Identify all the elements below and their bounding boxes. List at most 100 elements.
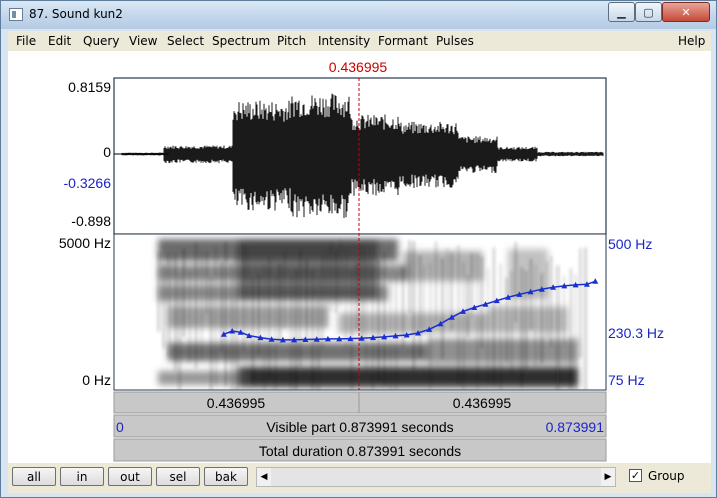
window-title: 87. Sound kun2 [29,7,123,21]
menu-help[interactable]: Help [678,34,705,48]
time-bar-segments[interactable]: 0.436995 0.436995 [113,391,607,414]
scrollbar-thumb[interactable] [271,468,601,486]
waveform-min-label: -0.898 [71,213,111,229]
spectrogram-striation [493,247,495,386]
spectrogram-striation [205,251,208,314]
spectrogram-striation [335,249,337,314]
spectrogram-striation [435,241,437,324]
spectrogram-striation [252,277,254,383]
spectrogram-striation [235,248,238,390]
sound-editor-canvas[interactable]: 0.436995 0.8159 0 -0.3266 -0.898 5000 Hz… [8,51,711,463]
total-duration-label: Total duration 0.873991 seconds [259,443,461,459]
spectrogram-striation [584,247,587,390]
close-button[interactable]: ✕ [662,2,710,22]
spectrogram-striation [429,263,432,390]
zoom-selection-button[interactable]: sel [156,467,200,486]
spectrogram-striation [505,277,508,363]
left-segment-duration: 0.436995 [207,395,266,411]
spectrogram-striation [174,253,177,371]
bottom-toolbar: all in out sel bak ◀ ▶ ✓ Group [8,463,711,493]
waveform-max-label: 0.8159 [68,79,111,95]
zoom-in-button[interactable]: in [60,467,104,486]
spectrogram-striation [574,274,577,390]
spectrogram-striation [481,256,483,348]
spectrogram-striation [356,261,358,329]
menu-query[interactable]: Query [83,34,119,48]
total-duration-bar[interactable]: Total duration 0.873991 seconds [113,438,607,462]
visible-end-time: 0.873991 [546,419,605,435]
spectrogram-striation [550,255,552,347]
spectrogram-striation [215,246,217,386]
menu-pitch[interactable]: Pitch [277,34,306,48]
waveform-panel[interactable] [113,77,607,235]
spectrogram-striation [546,261,548,339]
spectrogram-striation [534,264,537,367]
menu-pulses[interactable]: Pulses [436,34,474,48]
menu-view[interactable]: View [129,34,157,48]
spectrogram-striation [299,250,302,368]
title-bar[interactable]: 87. Sound kun2 ▁ ▢ ✕ [1,1,716,29]
pitch-at-cursor-label: 230.3 Hz [608,325,664,341]
visible-part-label: Visible part 0.873991 seconds [266,419,453,435]
cursor-time-label: 0.436995 [329,59,388,75]
spectrogram-striation [200,250,203,361]
menu-formant[interactable]: Formant [378,34,428,48]
spectrogram-striation [462,262,465,390]
spectrogram-striation [279,263,281,344]
maximize-button[interactable]: ▢ [635,2,662,22]
spectrogram-striation [361,246,364,344]
spectrogram-striation [220,261,223,352]
spectrogram-striation [499,263,502,390]
spectrogram-striation [487,268,489,385]
spectrogram-striation [339,239,342,308]
zoom-out-button[interactable]: out [108,467,152,486]
spectrogram-striation [225,241,227,387]
spectrogram-striation [163,265,165,349]
waveform-zero-label: 0 [103,144,111,160]
spectrogram-striation [446,248,449,314]
spectrogram-striation [345,249,347,350]
spectrogram-striation [283,251,286,329]
spectrogram-freq-max-label: 5000 Hz [59,235,111,251]
time-scrollbar[interactable]: ◀ ▶ [256,467,616,487]
spectrogram-striation [195,243,197,369]
spectrogram-striation [258,274,260,356]
menu-file[interactable]: File [16,34,36,48]
spectrogram-striation [274,275,277,390]
spectrogram-striation [510,270,513,377]
spectrogram-freq-min-label: 0 Hz [82,372,111,388]
spectrogram-striation [413,241,415,372]
spectrogram-striation [183,248,185,338]
spectrogram-striation [525,270,527,371]
visible-part-bar[interactable]: 0 Visible part 0.873991 seconds 0.873991 [113,414,607,438]
menu-intensity[interactable]: Intensity [318,34,370,48]
right-segment-duration: 0.436995 [453,395,512,411]
scroll-left-arrow-icon[interactable]: ◀ [257,468,271,486]
zoom-all-button[interactable]: all [12,467,56,486]
spectrogram-striation [515,241,517,323]
group-checkbox[interactable]: ✓ [629,469,642,482]
spectrogram-striation [189,271,191,363]
spectrogram-striation [579,247,582,358]
spectrogram-striation [419,255,421,358]
spectrogram-striation [158,252,160,332]
waveform-cursor-value-label: -0.3266 [64,175,112,191]
minimize-button[interactable]: ▁ [608,2,635,22]
menu-select[interactable]: Select [167,34,204,48]
spectrogram-striation [330,242,332,312]
spectrogram-striation [311,269,314,390]
scroll-right-arrow-icon[interactable]: ▶ [601,468,615,486]
spectrogram-striation [377,259,380,382]
zoom-back-button[interactable]: bak [204,467,248,486]
menu-edit[interactable]: Edit [48,34,71,48]
menu-spectrum[interactable]: Spectrum [212,34,270,48]
spectrogram-striation [467,275,469,337]
spectrogram-striation [263,264,266,390]
praat-sound-window: 87. Sound kun2 ▁ ▢ ✕ File Edit Query Vie… [0,0,717,498]
spectrogram-striation [441,258,444,359]
spectrogram-striation [268,256,271,379]
spectrogram-striation [325,250,328,328]
spectrogram-striation [476,253,479,390]
spectrogram-striation [305,258,308,340]
pitch-min-label: 75 Hz [608,372,645,388]
